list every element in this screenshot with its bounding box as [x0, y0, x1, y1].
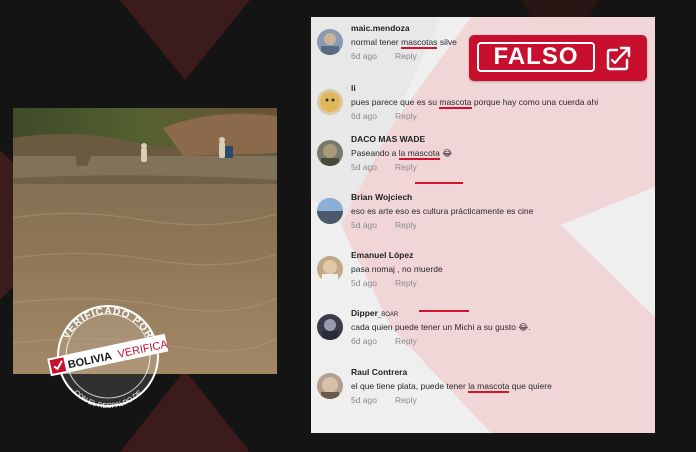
comment-text: pasa nomaj , no muerde	[351, 264, 443, 274]
comment-age: 6d ago	[351, 111, 377, 121]
comment-text: Paseando a la mascota 😂	[351, 148, 453, 160]
reply-button[interactable]: Reply	[395, 51, 417, 61]
annotation-underline	[415, 182, 463, 184]
avatar[interactable]	[317, 29, 343, 55]
comment-author[interactable]: maic.mendoza	[351, 23, 647, 34]
comment-author[interactable]: DACO MAS WADE	[351, 134, 647, 145]
highlight-mascota: mascotas	[401, 37, 438, 49]
reply-button[interactable]: Reply	[395, 162, 417, 172]
comment-text: eso es arte eso es cultura prácticamente…	[351, 206, 534, 216]
reply-button[interactable]: Reply	[395, 111, 417, 121]
comment-author[interactable]: li	[351, 83, 647, 94]
comment-age: 5d ago	[351, 395, 377, 405]
avatar[interactable]	[317, 140, 343, 166]
comment-age: 6d ago	[351, 336, 377, 346]
reply-button[interactable]: Reply	[395, 395, 417, 405]
verification-seal: VERIFICADO POR CON EL RESPALDO DE BOLIVI…	[47, 305, 170, 410]
annotation-underline	[419, 310, 469, 312]
comment-age: 5d ago	[351, 162, 377, 172]
falso-label: FALSO	[477, 42, 595, 72]
comment-text: pues parece que es su mascota porque hay…	[351, 97, 599, 109]
comment-author[interactable]: Brian Wojciech	[351, 192, 647, 203]
comment-author[interactable]: Dipper_BOAR	[351, 308, 647, 319]
highlight-mascota: la mascota	[398, 148, 440, 160]
avatar[interactable]	[317, 256, 343, 282]
falso-badge: FALSO	[469, 35, 647, 81]
avatar[interactable]	[317, 89, 343, 115]
highlight-mascota: la mascota	[468, 381, 510, 393]
comment-author[interactable]: Raul Contrera	[351, 367, 647, 378]
comment-age: 5d ago	[351, 220, 377, 230]
avatar[interactable]	[317, 314, 343, 340]
comment-age: 5d ago	[351, 278, 377, 288]
comment-text: el que tiene plata, puede tener la masco…	[351, 381, 552, 393]
avatar[interactable]	[317, 373, 343, 399]
comment-age: 6d ago	[351, 51, 377, 61]
reply-button[interactable]: Reply	[395, 336, 417, 346]
external-check-icon	[606, 46, 631, 71]
comment-text: cada quien puede tener un Michi a su gus…	[351, 322, 531, 332]
reply-button[interactable]: Reply	[395, 278, 417, 288]
avatar[interactable]	[317, 198, 343, 224]
comment-author[interactable]: Emanuel López	[351, 250, 647, 261]
highlight-mascota: mascota	[439, 97, 472, 109]
reply-button[interactable]: Reply	[395, 220, 417, 230]
